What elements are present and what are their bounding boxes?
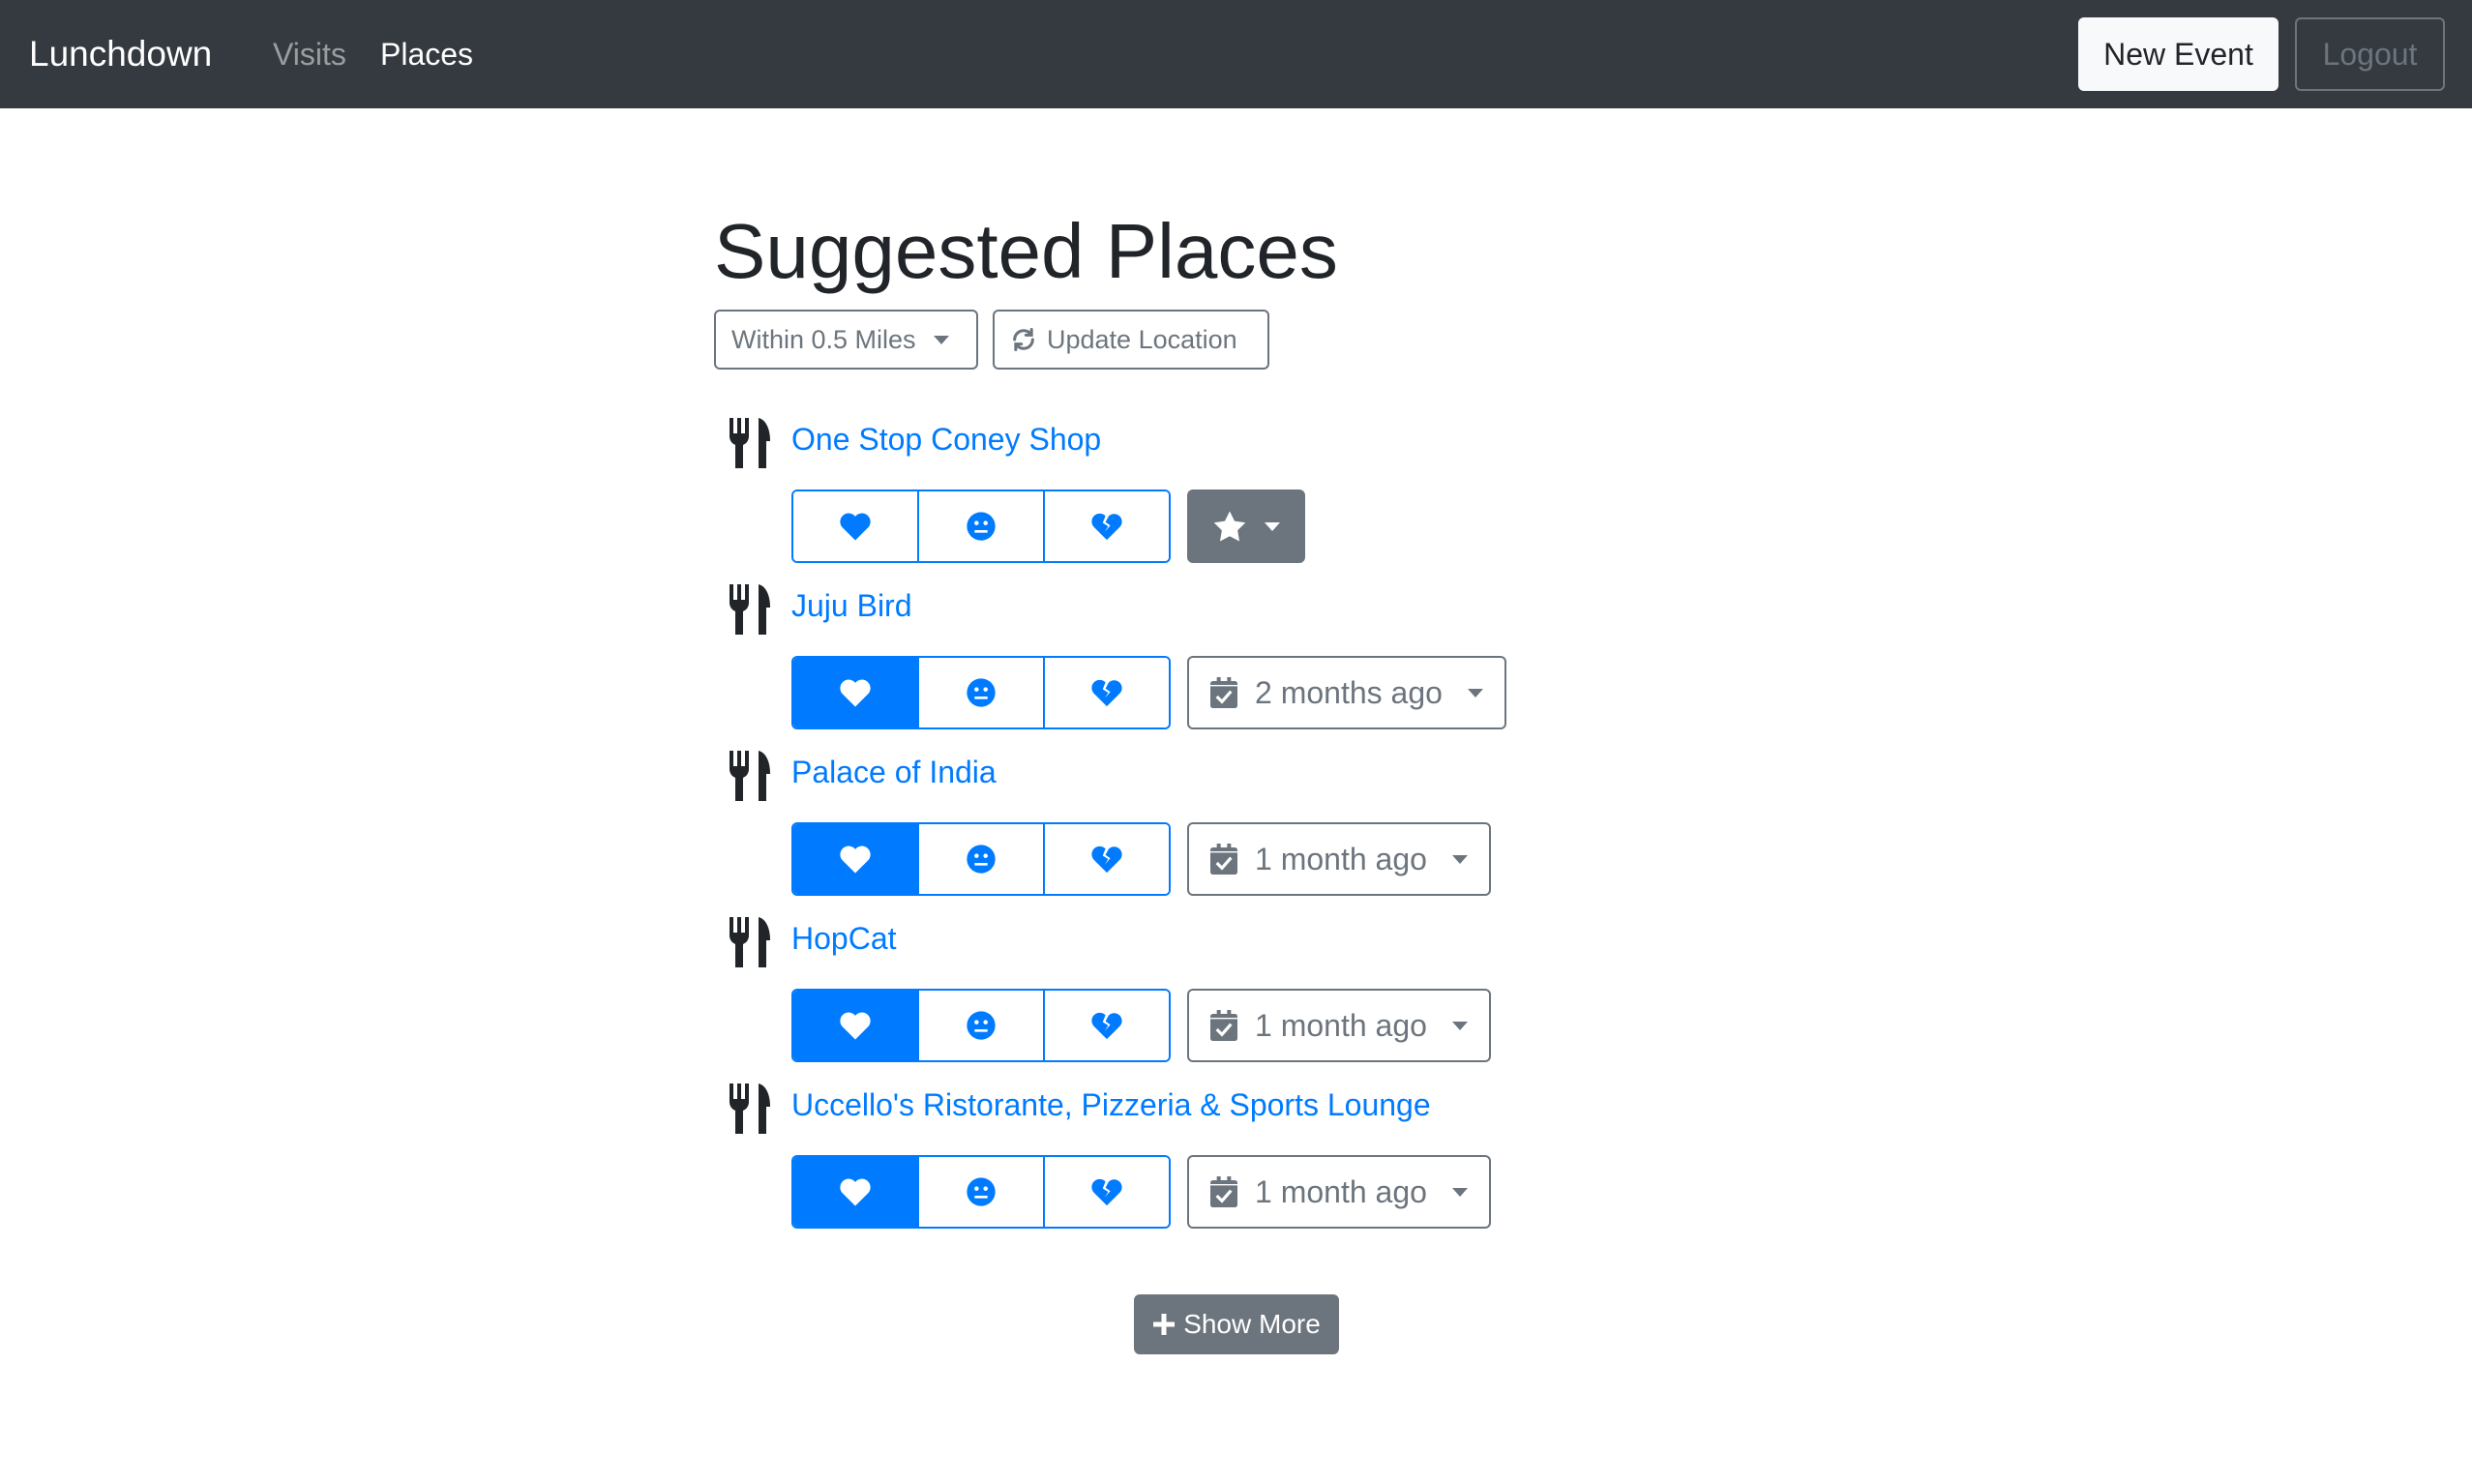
broken-heart-icon: [1091, 846, 1122, 874]
calendar-check-icon: [1210, 1176, 1237, 1207]
navbar: Lunchdown Visits Places New Event Logout: [0, 0, 2472, 108]
love-button[interactable]: [793, 991, 917, 1060]
last-visit-dropdown[interactable]: 1 month ago: [1187, 822, 1491, 896]
distance-label: Within 0.5 Miles: [731, 324, 916, 354]
calendar-check-icon: [1210, 844, 1237, 875]
star-icon: [1213, 511, 1246, 542]
page-title: Suggested Places: [714, 208, 1338, 294]
place-item: HopCat 1 month ago: [714, 905, 1585, 1072]
meh-face-icon: [967, 1177, 996, 1206]
meh-face-icon: [967, 845, 996, 874]
meh-face-icon: [967, 1011, 996, 1040]
place-item: Juju Bird 2 months ago: [714, 573, 1585, 739]
broken-heart-icon: [1091, 513, 1122, 541]
rating-button-group: [791, 822, 1171, 896]
place-name-link[interactable]: Uccello's Ristorante, Pizzeria & Sports …: [791, 1080, 1431, 1130]
chevron-down-icon: [933, 335, 949, 344]
love-button[interactable]: [793, 1157, 917, 1227]
plus-icon: [1153, 1314, 1176, 1335]
last-visit-label: 1 month ago: [1255, 1173, 1427, 1209]
distance-dropdown[interactable]: Within 0.5 Miles: [714, 310, 978, 370]
broken-heart-icon: [1091, 1012, 1122, 1040]
utensils-icon: [730, 1083, 770, 1134]
chevron-down-icon: [1451, 854, 1468, 864]
hate-button[interactable]: [1043, 991, 1169, 1060]
hate-button[interactable]: [1043, 658, 1169, 727]
rating-button-group: [791, 1155, 1171, 1229]
hate-button[interactable]: [1043, 824, 1169, 894]
meh-button[interactable]: [917, 824, 1043, 894]
update-location-button[interactable]: Update Location: [993, 310, 1269, 370]
place-item: One Stop Coney Shop: [714, 406, 1585, 573]
calendar-check-icon: [1210, 1010, 1237, 1041]
place-name-link[interactable]: Palace of India: [791, 747, 997, 797]
place-item: Uccello's Ristorante, Pizzeria & Sports …: [714, 1072, 1585, 1238]
utensils-icon: [730, 917, 770, 967]
utensils-icon: [730, 418, 770, 468]
last-visit-label: 1 month ago: [1255, 1007, 1427, 1043]
heart-icon: [840, 513, 871, 541]
calendar-check-icon: [1210, 677, 1237, 708]
meh-face-icon: [967, 512, 996, 541]
rating-button-group: [791, 989, 1171, 1062]
last-visit-dropdown[interactable]: 1 month ago: [1187, 989, 1491, 1062]
last-visit-label: 1 month ago: [1255, 841, 1427, 876]
nav-visits-link[interactable]: Visits: [273, 29, 346, 79]
broken-heart-icon: [1091, 1178, 1122, 1206]
love-button[interactable]: [793, 658, 917, 727]
hate-button[interactable]: [1043, 491, 1169, 561]
update-location-label: Update Location: [1047, 324, 1237, 354]
meh-face-icon: [967, 678, 996, 707]
show-more-button[interactable]: Show More: [1134, 1294, 1339, 1354]
new-event-button[interactable]: New Event: [2078, 17, 2278, 91]
chevron-down-icon: [1467, 688, 1483, 697]
last-visit-dropdown[interactable]: 1 month ago: [1187, 1155, 1491, 1229]
sync-icon: [1013, 327, 1034, 352]
show-more-label: Show More: [1183, 1309, 1321, 1339]
meh-button[interactable]: [917, 658, 1043, 727]
rating-button-group: [791, 656, 1171, 729]
logout-button[interactable]: Logout: [2295, 17, 2445, 91]
last-visit-label: 2 months ago: [1255, 674, 1443, 710]
chevron-down-icon: [1265, 521, 1280, 531]
place-item: Palace of India 1 month ago: [714, 739, 1585, 905]
love-button[interactable]: [793, 824, 917, 894]
meh-button[interactable]: [917, 1157, 1043, 1227]
heart-icon: [840, 1178, 871, 1206]
utensils-icon: [730, 584, 770, 635]
place-name-link[interactable]: Juju Bird: [791, 580, 912, 631]
first-visit-dropdown[interactable]: [1187, 490, 1305, 563]
rating-button-group: [791, 490, 1171, 563]
last-visit-dropdown[interactable]: 2 months ago: [1187, 656, 1506, 729]
nav-places-link[interactable]: Places: [380, 29, 473, 79]
broken-heart-icon: [1091, 679, 1122, 707]
meh-button[interactable]: [917, 991, 1043, 1060]
meh-button[interactable]: [917, 491, 1043, 561]
hate-button[interactable]: [1043, 1157, 1169, 1227]
heart-icon: [840, 846, 871, 874]
heart-icon: [840, 1012, 871, 1040]
chevron-down-icon: [1451, 1187, 1468, 1197]
love-button[interactable]: [793, 491, 917, 561]
place-name-link[interactable]: HopCat: [791, 913, 897, 964]
heart-icon: [840, 679, 871, 707]
brand-link[interactable]: Lunchdown: [29, 29, 212, 79]
chevron-down-icon: [1451, 1021, 1468, 1030]
place-name-link[interactable]: One Stop Coney Shop: [791, 414, 1101, 464]
utensils-icon: [730, 751, 770, 801]
